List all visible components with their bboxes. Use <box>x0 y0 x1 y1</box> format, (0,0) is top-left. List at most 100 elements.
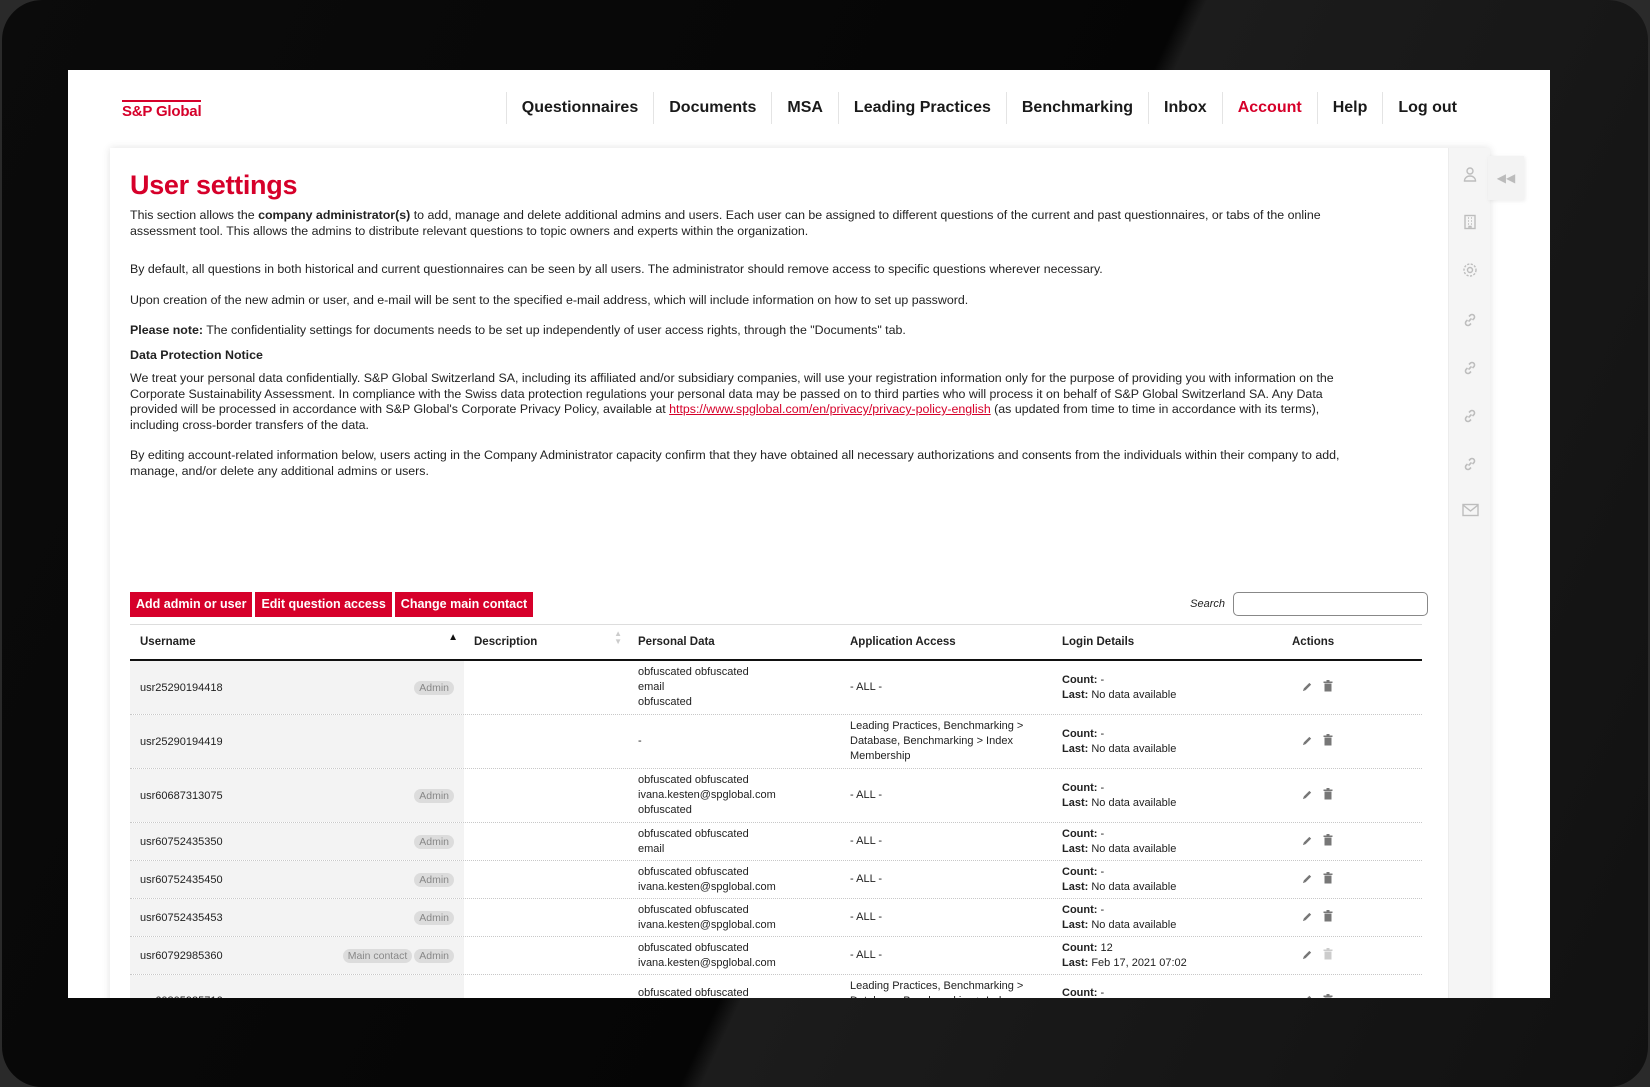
role-badge: Admin <box>414 834 454 849</box>
personal-data-line: ivana.kesten@spglobal.com <box>638 789 776 801</box>
action-buttons: Add admin or user Edit question access C… <box>130 592 534 617</box>
personal-data-cell: obfuscated obfuscated email obfuscated <box>628 661 840 714</box>
column-header-username[interactable]: Username ▲ <box>130 632 464 648</box>
application-access-cell: Leading Practices, Benchmarking > Databas… <box>840 715 1052 768</box>
login-details-cell: Count: -Last: No data available <box>1052 823 1264 860</box>
login-count: Count: - <box>1062 781 1105 794</box>
mail-icon[interactable] <box>1460 500 1480 520</box>
top-navigation: Questionnaires Documents MSA Leading Practi… <box>505 92 1472 124</box>
nav-item-help[interactable]: Help <box>1316 92 1383 124</box>
nav-item-leading-practices[interactable]: Leading Practices <box>837 92 1006 124</box>
link-icon[interactable] <box>1460 310 1480 330</box>
application-access-cell: - ALL - <box>840 861 1052 898</box>
nav-item-log-out[interactable]: Log out <box>1382 92 1472 124</box>
username: usr25290194418 <box>140 681 223 694</box>
change-main-contact-button[interactable]: Change main contact <box>394 592 534 617</box>
personal-data-line: email <box>638 681 665 693</box>
role-badges: Admin <box>414 788 454 803</box>
role-badges: Admin <box>414 872 454 887</box>
personal-data-line: obfuscated obfuscated <box>638 827 749 840</box>
nav-item-questionnaires[interactable]: Questionnaires <box>505 92 653 124</box>
pencil-icon[interactable] <box>1302 873 1313 887</box>
personal-data-line: obfuscated obfuscated <box>638 941 749 954</box>
login-details-cell: Count: - Last: No data available <box>1052 769 1264 822</box>
username-cell: usr25290194419 <box>130 715 464 768</box>
login-count: Count: - <box>1062 903 1105 916</box>
login-details-cell: Count: - Last: No data available <box>1052 715 1264 768</box>
nav-item-benchmarking[interactable]: Benchmarking <box>1005 92 1148 124</box>
link-icon[interactable] <box>1460 406 1480 426</box>
edit-question-access-button[interactable]: Edit question access <box>255 592 392 617</box>
application-access-cell: Leading Practices, Benchmarking > Databas… <box>840 975 1052 999</box>
column-header-actions: Actions <box>1292 636 1335 648</box>
personal-data-line: obfuscated <box>638 804 692 816</box>
search-area: Search <box>1190 592 1428 616</box>
column-header-description[interactable]: Description ▲ ▼ <box>464 630 628 649</box>
trash-icon[interactable] <box>1323 993 1333 998</box>
access-line: Leading Practices, Benchmarking > <box>850 720 1024 732</box>
username: usr60752435453 <box>140 911 223 924</box>
login-count: Count: - <box>1062 865 1105 878</box>
user-settings-panel: User settings This section allows the co… <box>110 148 1490 998</box>
column-header-login-details: Login Details <box>1062 636 1135 648</box>
login-details-cell: Count: -Last: No data available <box>1052 975 1264 998</box>
trash-icon[interactable] <box>1323 834 1333 849</box>
username-cell: usr60752435450 Admin <box>130 861 464 898</box>
role-badge: Admin <box>414 910 454 925</box>
actions-cell <box>1264 823 1422 860</box>
login-last: Last: No data available <box>1062 742 1177 755</box>
username-cell: usr60752435350 Admin <box>130 823 464 860</box>
login-count: Count: - <box>1062 727 1105 740</box>
pencil-icon[interactable] <box>1302 835 1313 849</box>
pencil-icon[interactable] <box>1302 911 1313 925</box>
login-count: Count: 12 <box>1062 941 1113 954</box>
intro-paragraph-3: Upon creation of the new admin or user, … <box>130 292 969 307</box>
pencil-icon[interactable] <box>1302 994 1313 998</box>
application-access-cell: - ALL - <box>840 937 1052 974</box>
collapse-icon[interactable]: ◀◀ <box>1488 156 1524 200</box>
user-icon[interactable] <box>1460 164 1480 184</box>
search-input[interactable] <box>1233 592 1428 616</box>
pencil-icon[interactable] <box>1302 681 1313 695</box>
pencil-icon[interactable] <box>1302 789 1313 803</box>
access-line: - ALL - <box>850 835 882 847</box>
personal-data-line: obfuscated obfuscated <box>638 666 749 678</box>
trash-icon[interactable] <box>1323 788 1333 803</box>
login-last: Last: Feb 17, 2021 07:02 <box>1062 956 1187 969</box>
sp-global-logo[interactable]: S&P Global <box>122 100 202 120</box>
sort-both-icon: ▲ ▼ <box>614 629 622 646</box>
role-badge: Admin <box>414 948 454 963</box>
gear-icon[interactable] <box>1460 260 1480 280</box>
pencil-icon[interactable] <box>1302 735 1313 749</box>
description-cell <box>464 661 628 714</box>
table-row: usr60752435453 Admin obfuscated obfuscated… <box>130 899 1422 937</box>
column-header-personal-data: Personal Data <box>638 636 715 648</box>
access-line: - ALL - <box>850 873 882 885</box>
privacy-policy-link[interactable]: https://www.spglobal.com/en/privacy/priv… <box>669 402 991 416</box>
link-icon[interactable] <box>1460 358 1480 378</box>
nav-item-documents[interactable]: Documents <box>653 92 771 124</box>
trash-icon[interactable] <box>1323 910 1333 925</box>
application-access-cell: - ALL - <box>840 899 1052 936</box>
personal-data-line: obfuscated <box>638 696 692 708</box>
trash-icon[interactable] <box>1323 680 1333 695</box>
trash-icon[interactable] <box>1323 872 1333 887</box>
login-last: Last: No data available <box>1062 796 1177 809</box>
actions-cell <box>1264 769 1422 822</box>
table-row: usr25290194418 Admin obfuscated obfuscated… <box>130 661 1422 715</box>
nav-item-inbox[interactable]: Inbox <box>1148 92 1222 124</box>
building-icon[interactable] <box>1460 212 1480 232</box>
personal-data-cell: obfuscated obfuscated ivana.kesten@spglob… <box>628 861 840 898</box>
trash-icon[interactable] <box>1323 734 1333 749</box>
description-cell <box>464 975 628 998</box>
pencil-icon[interactable] <box>1302 949 1313 963</box>
add-admin-or-user-button[interactable]: Add admin or user <box>130 592 253 617</box>
username: usr60752435350 <box>140 835 223 848</box>
nav-item-account[interactable]: Account <box>1221 92 1317 124</box>
personal-data-line: obfuscated obfuscated <box>638 903 749 916</box>
table-row: usr25290194419 - Leading Practices, Benchm… <box>130 715 1422 769</box>
actions-cell <box>1264 899 1422 936</box>
nav-item-msa[interactable]: MSA <box>771 92 838 124</box>
link-icon[interactable] <box>1460 454 1480 474</box>
personal-data-line: ivana.kesten@spglobal.com <box>638 918 776 931</box>
